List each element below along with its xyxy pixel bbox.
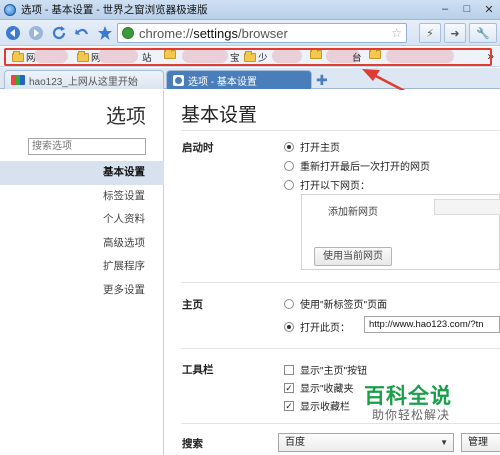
watermark-subtitle: 助你轻松解决 [372, 408, 451, 422]
window-controls: – □ ✕ [434, 0, 500, 20]
navigation-toolbar: chrome://settings/browser ☆ ⚡ ➜ 🔧 [0, 20, 500, 46]
tab-hao123[interactable]: hao123_上网从这里开始 [4, 70, 164, 89]
startup-option-homepage[interactable]: 打开主页 [284, 139, 340, 154]
radio-button[interactable] [284, 179, 294, 190]
bookmarks-bar-highlight [4, 48, 492, 66]
add-page-input[interactable] [434, 199, 500, 215]
show-favorites-option[interactable]: ✓ 显示"收藏夹 [284, 380, 354, 395]
sidebar-item-extensions[interactable]: 扩展程序 [0, 255, 164, 279]
sidebar-item-more[interactable]: 更多设置 [0, 279, 164, 303]
use-current-pages-button[interactable]: 使用当前网页 [314, 247, 392, 266]
bookmark-star-icon[interactable]: ☆ [391, 26, 402, 40]
toolbar-label: 工具栏 [182, 364, 214, 376]
checkbox[interactable]: ✓ [284, 382, 294, 393]
dropdown-arrow-icon: ▼ [440, 438, 448, 447]
homepage-option-newtab[interactable]: 使用"新标签页"页面 [284, 296, 387, 311]
search-engine-value: 百度 [285, 437, 305, 448]
settings-sidebar: 选项 基本设置 标签设置 个人资料 高级选项 扩展程序 更多设置 [0, 90, 164, 455]
startup-label: 启动时 [182, 142, 214, 154]
go-arrow-icon[interactable]: ➜ [444, 23, 466, 43]
browser-logo-icon [4, 3, 16, 16]
checkbox[interactable]: ✓ [284, 400, 294, 411]
add-new-page-label: 添加新网页 [328, 207, 378, 218]
page-security-icon [122, 27, 134, 39]
tab-label: hao123_上网从这里开始 [29, 76, 138, 88]
title-bar: 选项 - 基本设置 - 世界之窗浏览器极速版 – □ ✕ [0, 0, 500, 20]
sidebar-item-advanced[interactable]: 高级选项 [0, 232, 164, 256]
hao123-icon [11, 75, 25, 85]
startup-pages-box: 添加新网页 使用当前网页 [301, 194, 500, 270]
bookmarks-bar: 网 网 站 宝 少 台 » [0, 47, 500, 67]
radio-button[interactable] [284, 141, 294, 152]
sidebar-item-profile[interactable]: 个人资料 [0, 208, 164, 232]
sidebar-nav: 基本设置 标签设置 个人资料 高级选项 扩展程序 更多设置 [0, 161, 164, 302]
undo-icon[interactable] [72, 23, 92, 43]
tab-strip: hao123_上网从这里开始 选项 - 基本设置 ✚ [0, 68, 500, 89]
startup-option-pages[interactable]: 打开以下网页： [284, 177, 370, 192]
close-icon[interactable]: ✕ [478, 0, 500, 18]
divider [181, 348, 500, 349]
window-title: 选项 - 基本设置 - 世界之窗浏览器极速版 [21, 4, 208, 16]
manage-search-button[interactable]: 管理 [461, 433, 500, 452]
homepage-option-url[interactable]: 打开此页： [284, 319, 350, 334]
sidebar-title: 选项 [106, 106, 146, 128]
radio-button[interactable] [284, 298, 294, 309]
show-home-button-option[interactable]: 显示"主页"按钮 [284, 362, 367, 377]
checkbox[interactable] [284, 364, 294, 375]
wrench-menu-icon[interactable]: 🔧 [469, 23, 497, 43]
sidebar-item-basic[interactable]: 基本设置 [0, 161, 164, 185]
refresh-icon[interactable] [49, 23, 69, 43]
back-icon[interactable] [3, 23, 23, 43]
divider [181, 130, 500, 131]
minimize-icon[interactable]: – [434, 0, 456, 18]
search-label: 搜索 [182, 438, 203, 450]
new-tab-plus-icon[interactable]: ✚ [316, 72, 328, 89]
forward-icon[interactable] [26, 23, 46, 43]
homepage-url-input[interactable]: http://www.hao123.com/?tn [364, 316, 500, 333]
extension-icon[interactable]: ⚡ [419, 23, 441, 43]
settings-wrench-icon [173, 74, 184, 86]
homepage-label: 主页 [182, 299, 203, 311]
radio-button[interactable] [284, 160, 294, 171]
radio-button[interactable] [284, 321, 294, 332]
maximize-icon[interactable]: □ [456, 0, 478, 18]
startup-option-restore[interactable]: 重新打开最后一次打开的网页 [284, 158, 430, 173]
search-engine-select[interactable]: 百度 ▼ [278, 433, 454, 452]
address-bar[interactable]: chrome://settings/browser ☆ [117, 23, 407, 43]
show-favorites-bar-option[interactable]: ✓ 显示收藏栏 [284, 398, 350, 413]
divider [181, 282, 500, 283]
tab-label: 选项 - 基本设置 [188, 76, 257, 88]
favorite-star-icon[interactable] [95, 23, 115, 43]
address-url: chrome://settings/browser [139, 25, 288, 41]
sidebar-item-tabs[interactable]: 标签设置 [0, 185, 164, 209]
divider [181, 423, 500, 424]
tab-settings[interactable]: 选项 - 基本设置 [166, 70, 312, 89]
search-options-input[interactable] [28, 138, 146, 155]
page-title: 基本设置 [181, 105, 258, 126]
